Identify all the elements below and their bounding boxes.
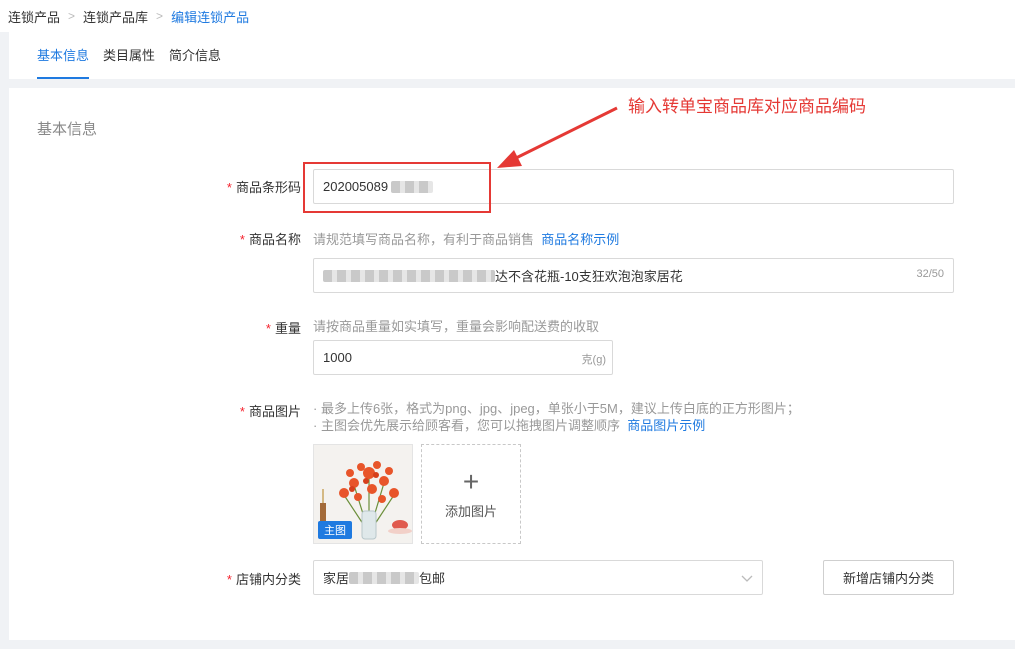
category-select[interactable]: 家居 包邮 xyxy=(313,560,763,595)
required-mark: * xyxy=(226,180,232,195)
add-store-category-button[interactable]: 新增店铺内分类 xyxy=(823,560,954,595)
name-label: * 商品名称 xyxy=(239,232,301,247)
product-name-input[interactable]: 达不含花瓶-10支狂欢泡泡家居花 32/50 xyxy=(313,258,954,293)
barcode-input[interactable]: 202005089 xyxy=(313,169,954,204)
required-mark: * xyxy=(239,404,245,419)
required-mark: * xyxy=(265,321,271,336)
weight-unit: 克(g) xyxy=(581,354,606,366)
category-label: * 店铺内分类 xyxy=(226,572,301,587)
weight-label: * 重量 xyxy=(265,321,301,336)
blurred-text xyxy=(391,180,434,193)
tab-description[interactable]: 简介信息 xyxy=(169,32,221,79)
chevron-down-icon xyxy=(741,575,753,582)
image-example-link[interactable]: 商品图片示例 xyxy=(627,418,705,433)
breadcrumb-separator-icon: > xyxy=(68,9,76,23)
tab-bar: 基本信息 类目属性 简介信息 xyxy=(9,32,1015,79)
breadcrumb-item-chain-products[interactable]: 连锁产品 xyxy=(8,7,60,26)
add-image-button[interactable]: + 添加图片 xyxy=(421,444,521,544)
annotation-text: 输入转单宝商品库对应商品编码 xyxy=(628,97,866,116)
product-image-thumbnail[interactable]: 主图 xyxy=(313,444,413,544)
required-mark: * xyxy=(226,572,232,587)
main-image-badge: 主图 xyxy=(318,521,352,539)
required-mark: * xyxy=(239,232,245,247)
tab-basic-info[interactable]: 基本信息 xyxy=(37,32,90,79)
char-counter: 32/50 xyxy=(916,268,944,280)
blurred-text xyxy=(349,571,420,584)
name-hint: 请规范填写商品名称，有利于商品销售 商品名称示例 xyxy=(313,232,620,247)
name-example-link[interactable]: 商品名称示例 xyxy=(541,232,619,247)
blurred-text xyxy=(323,269,495,282)
images-hint-2: · 主图会优先展示给顾客看，您可以拖拽图片调整顺序 商品图片示例 xyxy=(313,418,706,433)
breadcrumb-item-edit: 编辑连锁产品 xyxy=(171,9,250,25)
breadcrumb-separator-icon: > xyxy=(156,9,164,23)
barcode-label: * 商品条形码 xyxy=(226,180,301,195)
add-image-label: 添加图片 xyxy=(444,503,497,519)
breadcrumb-item-chain-library[interactable]: 连锁产品库 xyxy=(83,7,148,26)
plus-icon: + xyxy=(462,465,480,497)
breadcrumb: 连锁产品 > 连锁产品库 > 编辑连锁产品 xyxy=(0,0,1015,32)
tab-category-attributes[interactable]: 类目属性 xyxy=(103,32,155,79)
weight-input[interactable]: 1000 克(g) xyxy=(313,340,613,375)
section-title: 基本信息 xyxy=(37,121,98,138)
form-card: 基本信息 * 商品条形码 202005089 * 商品名称 请规范填写商品名称，有利… xyxy=(9,88,1015,640)
weight-hint: 请按商品重量如实填写，重量会影响配送费的收取 xyxy=(313,319,600,334)
images-label: * 商品图片 xyxy=(239,404,301,419)
